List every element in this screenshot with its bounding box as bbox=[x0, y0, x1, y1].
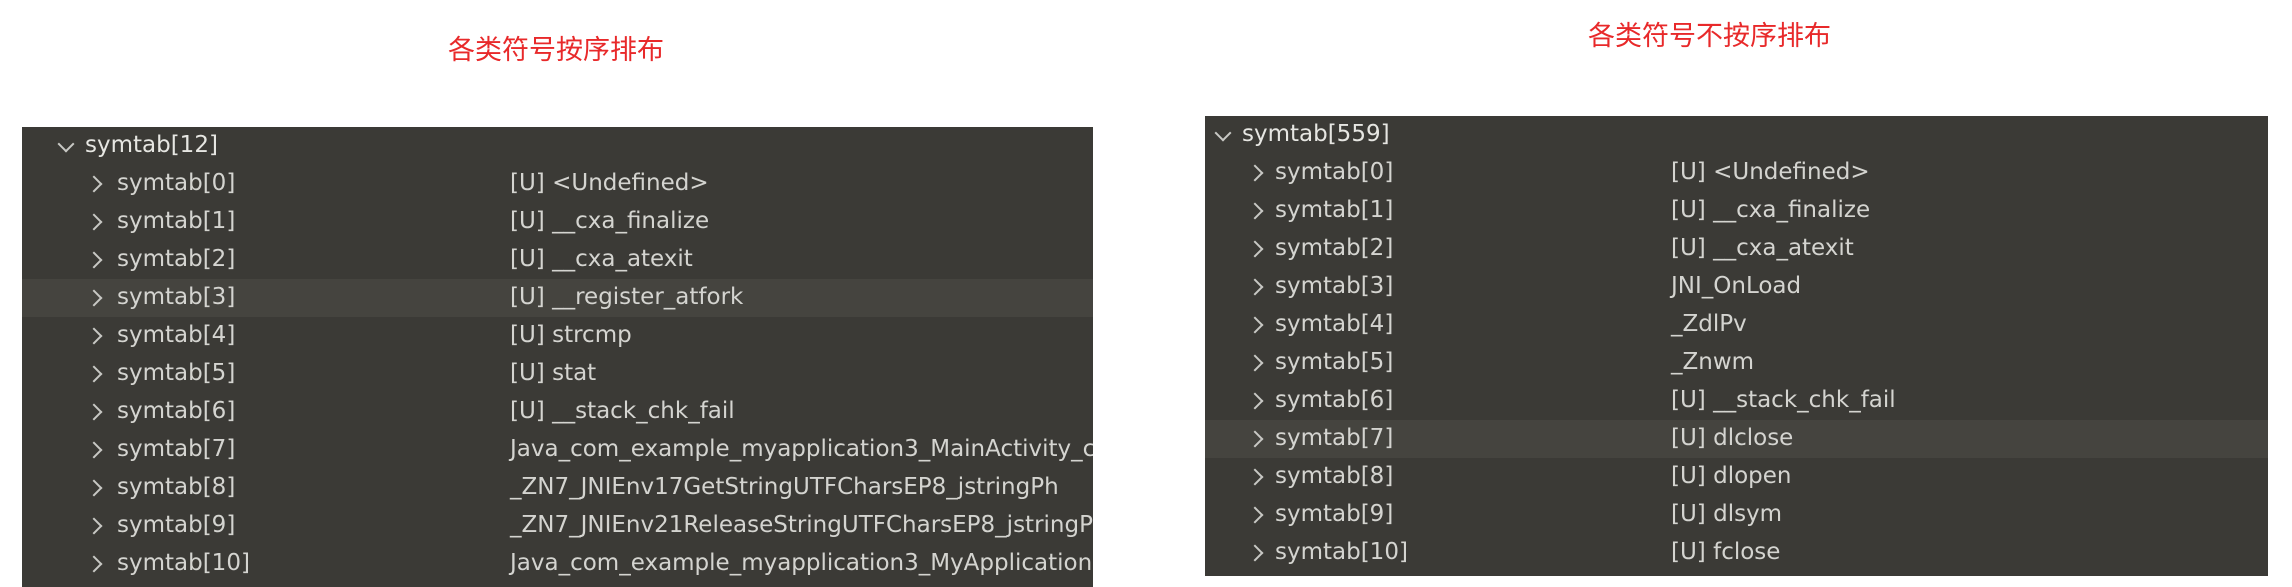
chevron-right-icon[interactable] bbox=[1246, 468, 1264, 486]
right-caption: 各类符号不按序排布 bbox=[1588, 21, 1831, 52]
row-value: [U] strcmp bbox=[510, 322, 632, 348]
page: 各类符号按序排布 各类符号不按序排布 symtab[12] symtab[0] … bbox=[0, 0, 2292, 587]
tree-root-label: symtab[12] bbox=[85, 132, 218, 158]
chevron-right-icon[interactable] bbox=[1246, 164, 1264, 182]
tree-row[interactable]: symtab[4] _ZdlPv bbox=[1205, 306, 2268, 344]
row-name: symtab[7] bbox=[117, 436, 236, 462]
row-name: symtab[3] bbox=[117, 284, 236, 310]
right-symtab-tree: symtab[559] symtab[0] [U] <Undefined> sy… bbox=[1205, 116, 2268, 576]
tree-row[interactable]: symtab[1] [U] __cxa_finalize bbox=[1205, 192, 2268, 230]
row-name: symtab[2] bbox=[1275, 235, 1394, 261]
chevron-right-icon[interactable] bbox=[85, 403, 103, 421]
row-value: JNI_OnLoad bbox=[1671, 273, 1802, 299]
row-name: symtab[9] bbox=[1275, 501, 1394, 527]
tree-row[interactable]: symtab[0] [U] <Undefined> bbox=[22, 165, 1093, 203]
row-value: _ZdlPv bbox=[1671, 311, 1747, 337]
row-value: [U] dlopen bbox=[1671, 463, 1792, 489]
row-value: [U] __cxa_atexit bbox=[510, 246, 693, 272]
row-name: symtab[10] bbox=[1275, 539, 1408, 565]
row-value: Java_com_example_myapplication3_MyApplic… bbox=[510, 550, 1093, 576]
tree-row[interactable]: symtab[2] [U] __cxa_atexit bbox=[22, 241, 1093, 279]
row-value: [U] __cxa_finalize bbox=[1671, 197, 1871, 223]
chevron-down-icon[interactable] bbox=[57, 135, 75, 153]
tree-row[interactable]: symtab[9] [U] dlsym bbox=[1205, 496, 2268, 534]
row-value: [U] fclose bbox=[1671, 539, 1781, 565]
tree-row[interactable]: symtab[7] Java_com_example_myapplication… bbox=[22, 431, 1093, 469]
tree-row[interactable]: symtab[8] [U] dlopen bbox=[1205, 458, 2268, 496]
row-value: [U] __cxa_finalize bbox=[510, 208, 710, 234]
tree-row[interactable]: symtab[8] _ZN7_JNIEnv17GetStringUTFChars… bbox=[22, 469, 1093, 507]
row-value: _ZN7_JNIEnv21ReleaseStringUTFCharsEP8_js… bbox=[510, 512, 1093, 538]
chevron-right-icon[interactable] bbox=[1246, 430, 1264, 448]
row-value: [U] stat bbox=[510, 360, 597, 386]
row-value: [U] __register_atfork bbox=[510, 284, 744, 310]
tree-row[interactable]: symtab[2] [U] __cxa_atexit bbox=[1205, 230, 2268, 268]
chevron-right-icon[interactable] bbox=[85, 441, 103, 459]
row-name: symtab[6] bbox=[117, 398, 236, 424]
tree-row[interactable]: symtab[4] [U] strcmp bbox=[22, 317, 1093, 355]
tree-root-label: symtab[559] bbox=[1242, 121, 1390, 147]
row-name: symtab[1] bbox=[117, 208, 236, 234]
tree-row[interactable]: symtab[5] [U] stat bbox=[22, 355, 1093, 393]
row-name: symtab[8] bbox=[117, 474, 236, 500]
tree-row[interactable]: symtab[9] _ZN7_JNIEnv21ReleaseStringUTFC… bbox=[22, 507, 1093, 545]
row-value: Java_com_example_myapplication3_MainActi… bbox=[510, 436, 1093, 462]
tree-row[interactable]: symtab[10] [U] fclose bbox=[1205, 534, 2268, 572]
row-value: _Znwm bbox=[1671, 349, 1755, 375]
tree-row[interactable]: symtab[6] [U] __stack_chk_fail bbox=[22, 393, 1093, 431]
row-name: symtab[5] bbox=[117, 360, 236, 386]
chevron-right-icon[interactable] bbox=[85, 327, 103, 345]
row-name: symtab[8] bbox=[1275, 463, 1394, 489]
row-name: symtab[4] bbox=[117, 322, 236, 348]
row-name: symtab[4] bbox=[1275, 311, 1394, 337]
row-name: symtab[2] bbox=[117, 246, 236, 272]
tree-row[interactable]: symtab[5] _Znwm bbox=[1205, 344, 2268, 382]
chevron-right-icon[interactable] bbox=[1246, 544, 1264, 562]
tree-row[interactable]: symtab[3] JNI_OnLoad bbox=[1205, 268, 2268, 306]
chevron-right-icon[interactable] bbox=[85, 289, 103, 307]
chevron-right-icon[interactable] bbox=[1246, 202, 1264, 220]
row-name: symtab[10] bbox=[117, 550, 250, 576]
tree-row-hovered[interactable]: symtab[7] [U] dlclose bbox=[1205, 420, 2268, 458]
chevron-down-icon[interactable] bbox=[1214, 124, 1232, 142]
left-caption: 各类符号按序排布 bbox=[448, 35, 664, 66]
chevron-right-icon[interactable] bbox=[1246, 316, 1264, 334]
row-name: symtab[0] bbox=[117, 170, 236, 196]
row-value: [U] <Undefined> bbox=[1671, 159, 1870, 185]
tree-row[interactable]: symtab[0] [U] <Undefined> bbox=[1205, 154, 2268, 192]
row-value: [U] <Undefined> bbox=[510, 170, 709, 196]
row-value: [U] dlsym bbox=[1671, 501, 1783, 527]
tree-row[interactable]: symtab[1] [U] __cxa_finalize bbox=[22, 203, 1093, 241]
tree-root-symtab[interactable]: symtab[559] bbox=[1205, 116, 2268, 154]
chevron-right-icon[interactable] bbox=[1246, 354, 1264, 372]
row-name: symtab[3] bbox=[1275, 273, 1394, 299]
chevron-right-icon[interactable] bbox=[85, 365, 103, 383]
chevron-right-icon[interactable] bbox=[85, 555, 103, 573]
tree-root-symtab[interactable]: symtab[12] bbox=[22, 127, 1093, 165]
row-value: [U] dlclose bbox=[1671, 425, 1794, 451]
row-value: [U] __stack_chk_fail bbox=[1671, 387, 1896, 413]
row-value: [U] __stack_chk_fail bbox=[510, 398, 735, 424]
row-name: symtab[1] bbox=[1275, 197, 1394, 223]
chevron-right-icon[interactable] bbox=[1246, 506, 1264, 524]
chevron-right-icon[interactable] bbox=[85, 251, 103, 269]
chevron-right-icon[interactable] bbox=[1246, 240, 1264, 258]
tree-row-hovered[interactable]: symtab[3] [U] __register_atfork bbox=[22, 279, 1093, 317]
left-symtab-tree: symtab[12] symtab[0] [U] <Undefined> sym… bbox=[22, 127, 1093, 587]
row-value: _ZN7_JNIEnv17GetStringUTFCharsEP8_jstrin… bbox=[510, 474, 1059, 500]
row-name: symtab[6] bbox=[1275, 387, 1394, 413]
chevron-right-icon[interactable] bbox=[85, 175, 103, 193]
row-name: symtab[5] bbox=[1275, 349, 1394, 375]
row-name: symtab[9] bbox=[117, 512, 236, 538]
row-name: symtab[0] bbox=[1275, 159, 1394, 185]
row-value: [U] __cxa_atexit bbox=[1671, 235, 1854, 261]
tree-row[interactable]: symtab[6] [U] __stack_chk_fail bbox=[1205, 382, 2268, 420]
chevron-right-icon[interactable] bbox=[1246, 392, 1264, 410]
row-name: symtab[7] bbox=[1275, 425, 1394, 451]
tree-row[interactable]: symtab[10] Java_com_example_myapplicatio… bbox=[22, 545, 1093, 583]
chevron-right-icon[interactable] bbox=[85, 479, 103, 497]
chevron-right-icon[interactable] bbox=[1246, 278, 1264, 296]
chevron-right-icon[interactable] bbox=[85, 517, 103, 535]
chevron-right-icon[interactable] bbox=[85, 213, 103, 231]
